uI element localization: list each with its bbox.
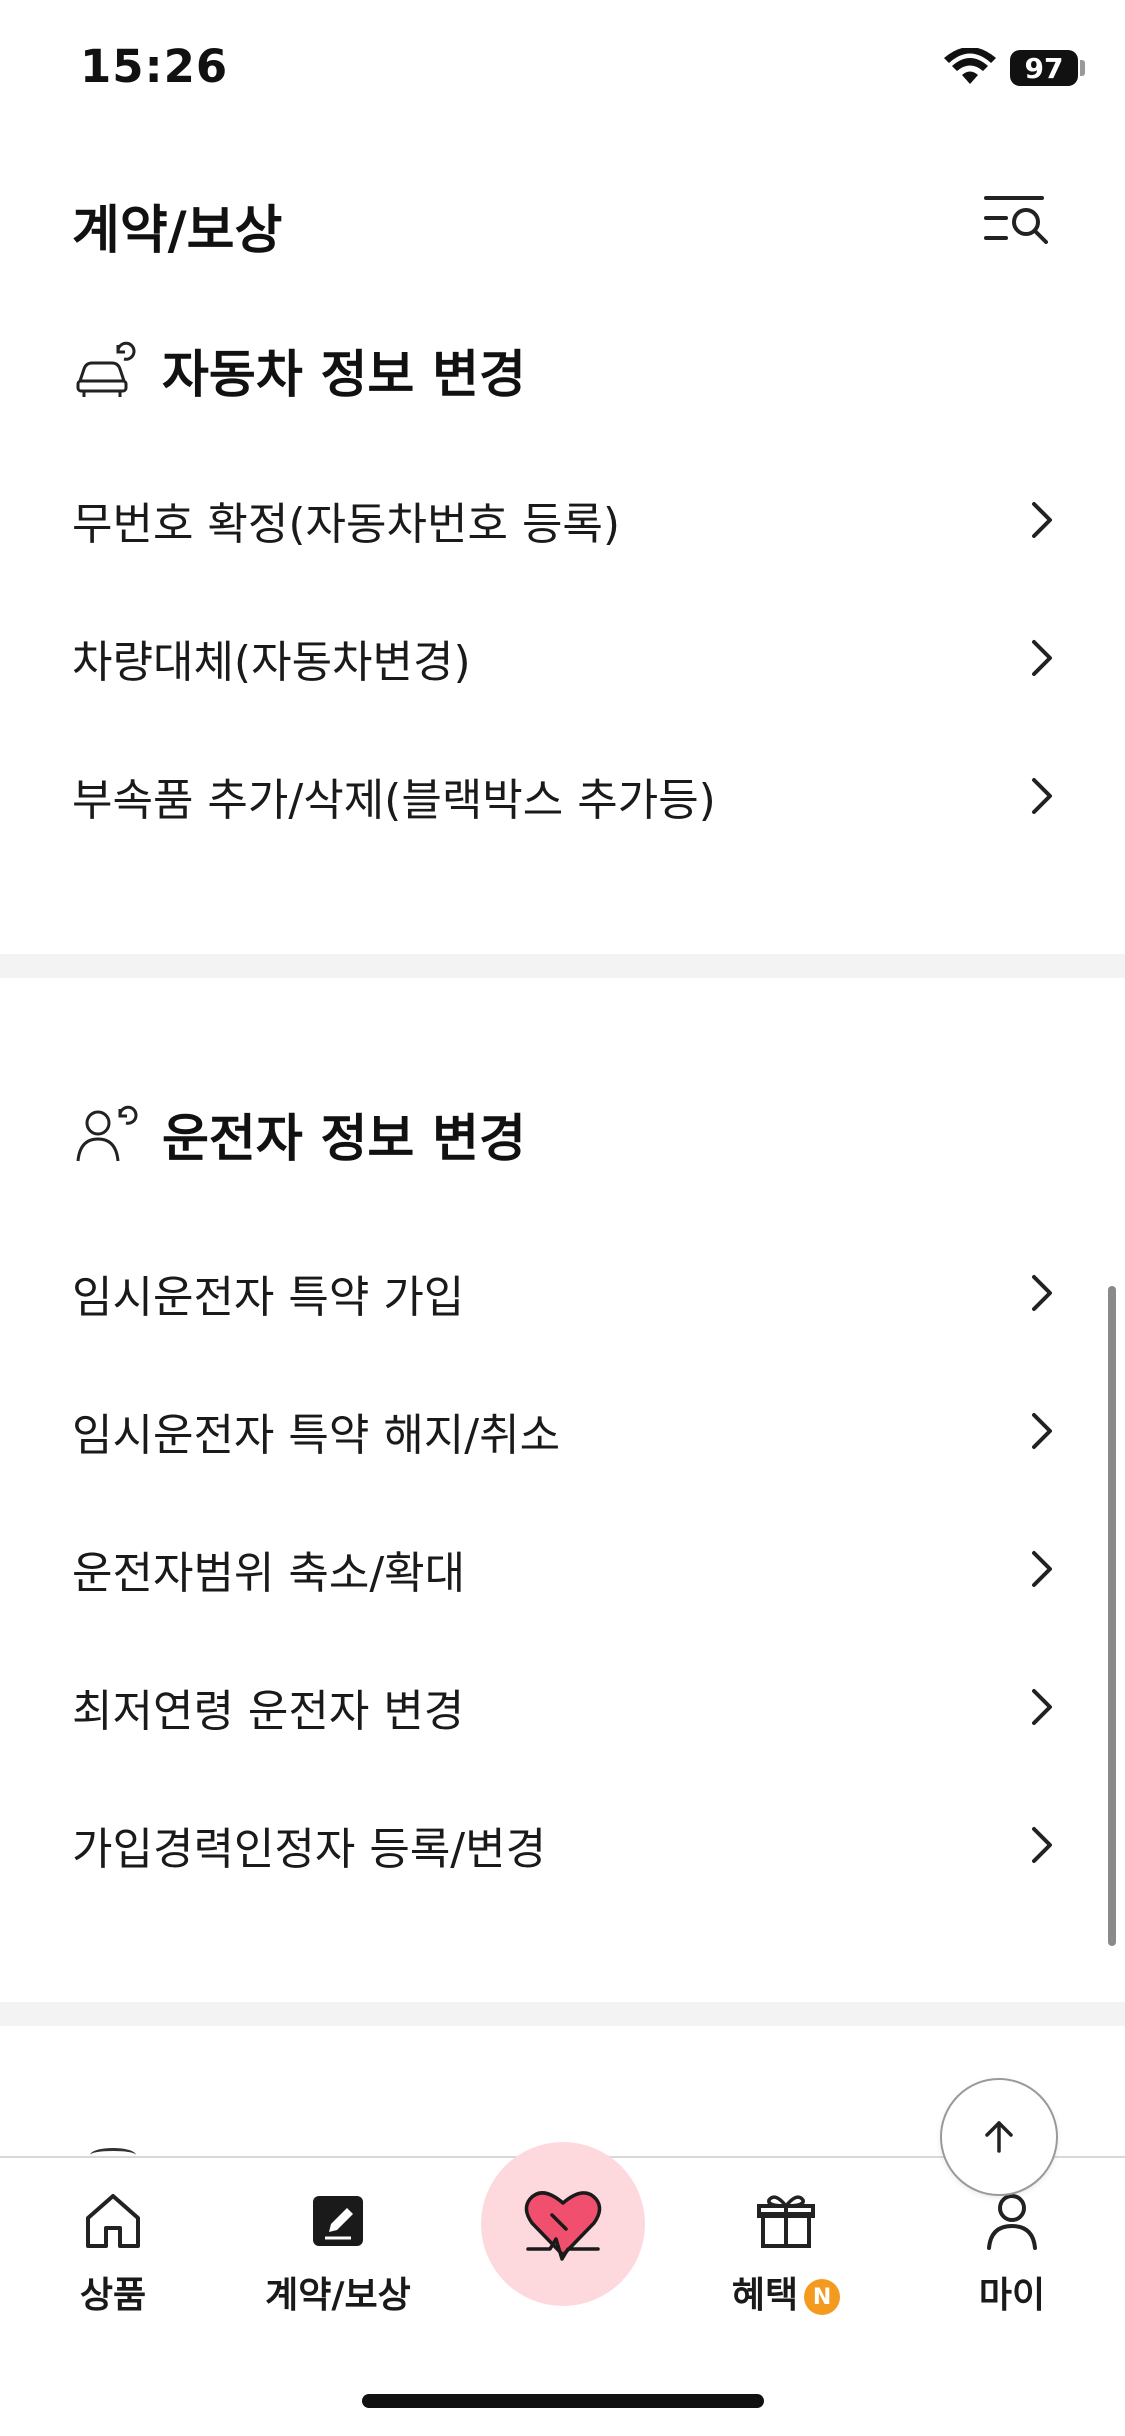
menu-item[interactable]: 운전자범위 축소/확대 [0,1509,1125,1629]
scroll-top-button[interactable] [940,2078,1058,2196]
chevron-right-icon [1032,1275,1052,1311]
page-title: 계약/보상 [72,201,283,261]
section-header: 운전자 정보 변경 [72,1094,526,1174]
chevron-right-icon [1032,778,1052,814]
menu-item-label: 임시운전자 특약 가입 [72,1272,465,1323]
header: 계약/보상 [0,170,1125,270]
chevron-right-icon [1032,640,1052,676]
status-time: 15:26 [80,40,229,93]
scrollbar[interactable] [1108,1286,1116,1946]
menu-item-label: 부속품 추가/삭제(블랙박스 추가등) [72,775,716,826]
menu-item[interactable]: 최저연령 운전자 변경 [0,1647,1125,1767]
chevron-right-icon [1032,1413,1052,1449]
nav-label: 계약/보상 [265,2275,411,2316]
menu-item-label: 임시운전자 특약 해지/취소 [72,1410,561,1461]
menu-item[interactable]: 임시운전자 특약 가입 [0,1233,1125,1353]
nav-item-benefits[interactable]: 혜택 N [696,2188,876,2328]
menu-item[interactable]: 차량대체(자동차변경) [0,598,1125,718]
chevron-right-icon [1032,1689,1052,1725]
section-header: 자동차 정보 변경 [72,330,526,410]
menu-item[interactable]: 부속품 추가/삭제(블랙박스 추가등) [0,736,1125,856]
menu-search-icon[interactable] [982,188,1052,248]
section-title: 운전자 정보 변경 [162,1110,526,1169]
section-vehicle-info: 자동차 정보 변경 무번호 확정(자동차번호 등록) 차량대체(자동차변경) 부… [0,320,1125,940]
section-driver-info: 운전자 정보 변경 임시운전자 특약 가입 임시운전자 특약 해지/취소 운전자… [0,1090,1125,1950]
nav-label-text: 혜택 [731,2275,799,2316]
menu-item-label: 가입경력인정자 등록/변경 [72,1824,547,1875]
battery-tip [1080,60,1085,76]
chevron-right-icon [1032,1827,1052,1863]
arrow-up-icon [985,2121,1013,2153]
status-bar: 15:26 97 [0,0,1125,140]
menu-item-label: 무번호 확정(자동차번호 등록) [72,499,621,550]
nav-item-products[interactable]: 상품 [23,2188,203,2328]
menu-item[interactable]: 무번호 확정(자동차번호 등록) [0,460,1125,580]
chevron-right-icon [1032,1551,1052,1587]
wifi-icon [944,48,996,84]
screen: 15:26 97 계약/보상 자동차 정보 변경 무번호 확정(자동차번호 등록… [0,0,1125,2436]
nav-label: 혜택 N [731,2266,841,2318]
nav-item-contracts[interactable]: 계약/보상 [248,2188,428,2328]
home-indicator [362,2394,764,2408]
menu-item-label: 차량대체(자동차변경) [72,637,471,688]
nav-label: 마이 [978,2275,1046,2316]
section-divider [0,954,1125,978]
menu-item[interactable]: 가입경력인정자 등록/변경 [0,1785,1125,1905]
driver-refresh-icon [76,1105,138,1162]
heart-pulse-icon [524,2191,602,2261]
menu-item-label: 운전자범위 축소/확대 [72,1548,466,1599]
nav-item-my[interactable]: 마이 [922,2188,1102,2328]
edit-icon [313,2196,363,2246]
car-refresh-icon [76,341,136,397]
home-icon [86,2194,140,2248]
person-icon [987,2194,1037,2250]
battery-indicator: 97 [1010,50,1078,86]
nav-label: 상품 [79,2275,147,2316]
chevron-right-icon [1032,502,1052,538]
menu-item-label: 최저연령 운전자 변경 [72,1686,465,1737]
new-badge: N [804,2279,841,2315]
gift-icon [757,2195,815,2248]
section-divider [0,2002,1125,2026]
nav-item-health[interactable] [481,2142,645,2306]
menu-item[interactable]: 임시운전자 특약 해지/취소 [0,1371,1125,1491]
section-title: 자동차 정보 변경 [162,346,526,405]
